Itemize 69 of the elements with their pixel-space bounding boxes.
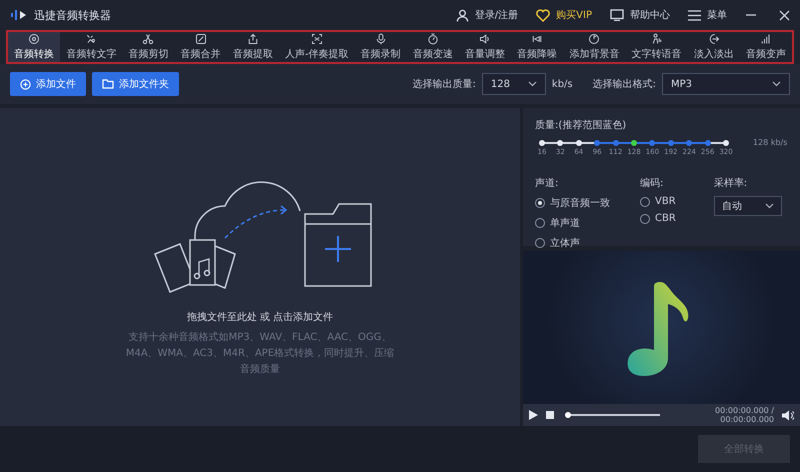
- tool-tab[interactable]: 音频录制: [354, 32, 407, 62]
- supported-formats-text: 支持十余种音频格式如MP3、WAV、FLAC、AAC、OGG、M4A、WMA、AC3、M4R、APE格式转换，同时提升、压缩音频质量: [125, 330, 395, 377]
- tool-tab[interactable]: 音频合并: [174, 32, 227, 62]
- upload-icon: [246, 33, 259, 45]
- bars-icon: [760, 33, 772, 45]
- volume-icon[interactable]: [782, 410, 794, 420]
- quality-title: 质量:(推荐范围蓝色): [535, 118, 628, 132]
- user-icon: [456, 8, 469, 22]
- sample-rate-dropdown[interactable]: 自动: [714, 196, 782, 216]
- play-icon[interactable]: [529, 410, 538, 420]
- tool-tab[interactable]: 音频提取: [226, 32, 279, 62]
- close-icon[interactable]: [779, 10, 790, 20]
- chevron-down-icon: [764, 203, 774, 209]
- drop-hint: 拖拽文件至此处 或 点击添加文件: [186, 310, 334, 324]
- tool-tab[interactable]: 淡入淡出: [688, 32, 740, 62]
- playback-thumb[interactable]: [565, 412, 571, 418]
- microphone-icon: [374, 33, 387, 45]
- heart-icon: [536, 8, 550, 22]
- monitor-icon: [610, 9, 624, 21]
- menu-icon: [688, 10, 701, 20]
- format-dropdown[interactable]: MP3: [662, 73, 790, 95]
- stopwatch-icon: [426, 33, 439, 45]
- person-sound-icon: [650, 33, 663, 45]
- tool-tab[interactable]: 音频变速: [406, 32, 459, 62]
- add-circle-icon: [20, 78, 31, 90]
- radio-option[interactable]: 单声道: [535, 216, 610, 230]
- channel-title: 声道:: [535, 176, 560, 190]
- quality-tick[interactable]: [539, 140, 545, 146]
- encoding-title: 编码:: [640, 176, 664, 190]
- tool-tab[interactable]: 音频剪切: [122, 32, 175, 62]
- radio-option[interactable]: CBR: [640, 213, 676, 224]
- target-icon: [28, 33, 40, 45]
- quality-tick[interactable]: [723, 140, 729, 146]
- radio-option[interactable]: 与原音频一致: [535, 196, 610, 210]
- quality-label: 选择输出质量:: [412, 78, 476, 91]
- tool-tab[interactable]: 音频变声: [740, 32, 792, 62]
- quality-tick[interactable]: [557, 140, 564, 146]
- radio-option[interactable]: 立体声: [535, 236, 610, 250]
- tool-tab[interactable]: 添加背景音: [563, 32, 626, 62]
- speaker-icon: [479, 33, 492, 45]
- window-title: 迅捷音频转换器: [34, 8, 112, 22]
- tool-tab[interactable]: 音频转换: [8, 32, 60, 62]
- tool-tab[interactable]: 音量调整: [458, 32, 512, 62]
- add-folder-button[interactable]: 添加文件夹: [92, 72, 179, 96]
- tool-tab[interactable]: 音频降噪: [511, 32, 564, 62]
- folder-icon: [102, 79, 114, 89]
- chevron-down-icon: [528, 81, 537, 87]
- chevron-down-icon: [772, 81, 781, 87]
- format-label: 选择输出格式:: [592, 78, 656, 91]
- unit-label: kb/s: [552, 78, 573, 90]
- quality-tick[interactable]: [631, 140, 637, 146]
- tool-tab[interactable]: 文字转语音: [626, 32, 688, 62]
- fade-icon: [708, 33, 720, 45]
- quality-reading: 128 kb/s: [753, 138, 788, 147]
- add-file-button[interactable]: 添加文件: [10, 72, 86, 96]
- quality-tick[interactable]: [576, 140, 582, 146]
- quality-dropdown[interactable]: 128: [482, 73, 546, 95]
- scissors-icon: [142, 33, 154, 45]
- radio-option[interactable]: VBR: [640, 196, 676, 207]
- app-logo-icon: [10, 8, 28, 22]
- login-link[interactable]: 登录/注册: [474, 8, 518, 22]
- scan-icon: [310, 33, 323, 45]
- sample-rate-title: 采样率:: [714, 176, 748, 190]
- menu-link[interactable]: 菜单: [707, 8, 727, 22]
- time-display: 00:00:00.000 / 00:00:00.000: [714, 406, 774, 424]
- tool-tab[interactable]: 音频转文字: [60, 32, 122, 62]
- tool-tab[interactable]: 人声-伴奏提取: [278, 32, 355, 62]
- vip-link[interactable]: 购买VIP: [556, 8, 592, 22]
- help-link[interactable]: 帮助中心: [630, 8, 670, 22]
